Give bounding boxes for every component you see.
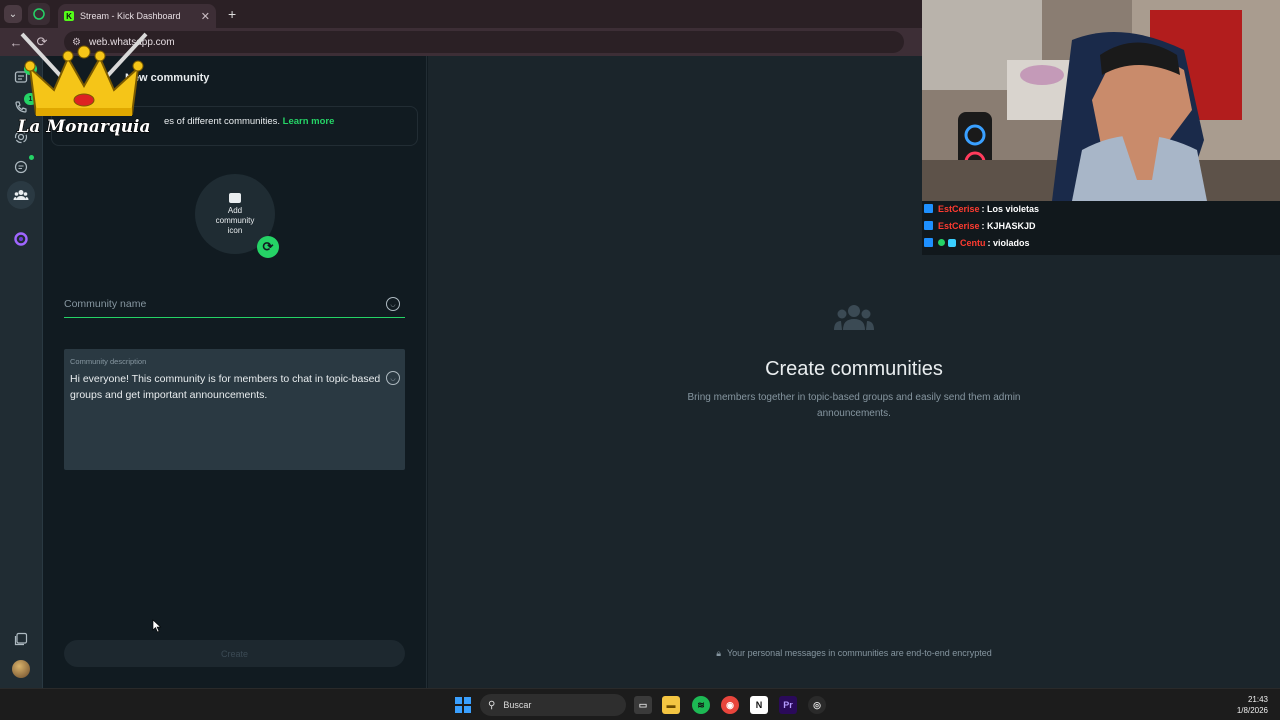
taskbar-search[interactable]: ⚲ Buscar	[480, 694, 626, 716]
taskbar-search-label: Buscar	[503, 700, 532, 710]
chat-username: EstCerise	[938, 203, 980, 214]
channels-icon[interactable]	[12, 158, 30, 176]
encryption-text: Your personal messages in communities ar…	[726, 648, 992, 658]
communities-icon[interactable]	[12, 186, 30, 204]
kick-favicon: K	[64, 11, 74, 21]
chat-message: violados	[993, 237, 1030, 248]
chat-line: EstCerise: Los violetas	[924, 201, 1039, 216]
task-view-icon[interactable]: ▭	[634, 696, 652, 714]
start-menu-windows-icon[interactable]	[455, 697, 471, 713]
gift-badge-icon	[948, 238, 956, 247]
webcam-overlay	[922, 0, 1280, 201]
clock-date: 1/8/2026	[1236, 706, 1268, 715]
media-gallery-icon[interactable]	[12, 630, 30, 648]
communities-illustration-icon	[834, 305, 874, 330]
search-icon: ⚲	[488, 699, 496, 711]
chrome-icon[interactable]: ◉	[721, 696, 739, 714]
encryption-notice: 🔒︎ Your personal messages in communities …	[428, 648, 1280, 659]
lock-icon: 🔒︎	[716, 648, 721, 658]
clock-time: 21:43	[1247, 695, 1268, 704]
image-placeholder-icon	[229, 192, 241, 203]
verified-badge-icon	[938, 239, 945, 246]
subscriber-badge-icon	[924, 238, 933, 247]
logo-text: La Monarquia	[16, 117, 150, 137]
chat-username: Centu	[960, 237, 986, 248]
info-text: es of different communities.	[164, 116, 280, 127]
tab-close-icon[interactable]: ✕	[201, 10, 210, 23]
channels-dot	[29, 155, 34, 160]
intro-subtitle: Bring members together in topic-based gr…	[687, 392, 1021, 419]
windows-taskbar: ⚲ Buscar ▭ ▬ ≋ ◉ N Pr ◎ 21:43 1/8/2026	[0, 688, 1280, 720]
chat-line: EstCerise: KJHASKJD	[924, 218, 1036, 233]
obs-icon[interactable]: ◎	[808, 696, 826, 714]
subscriber-badge-icon	[924, 221, 933, 230]
notion-icon[interactable]: N	[750, 696, 768, 714]
whatsapp-icon	[33, 8, 45, 20]
profile-avatar[interactable]	[12, 660, 30, 678]
mouse-cursor-icon	[152, 619, 162, 633]
file-explorer-icon[interactable]: ▬	[662, 696, 680, 714]
taskbar-clock[interactable]: 21:43 1/8/2026	[1237, 694, 1268, 716]
description-text[interactable]: Hi everyone! This community is for membe…	[70, 371, 382, 403]
screen: ⌄ K Stream - Kick Dashboard ✕ + ← ⟳ ⚙ we…	[0, 0, 1280, 720]
subscriber-badge-icon	[924, 204, 933, 213]
chat-message: KJHASKJD	[987, 220, 1036, 231]
create-button[interactable]: Create	[64, 640, 405, 667]
emoji-icon[interactable]: ◡	[386, 297, 400, 311]
new-tab-button[interactable]: +	[228, 6, 236, 22]
tab-title: Stream - Kick Dashboard	[80, 11, 181, 21]
chat-username: EstCerise	[938, 220, 980, 231]
chat-message: Los violetas	[987, 203, 1040, 214]
community-description-field[interactable]: Community description Hi everyone! This …	[64, 349, 405, 470]
intro-title: Create communities	[765, 358, 943, 380]
spotify-icon[interactable]: ≋	[692, 696, 710, 714]
stream-chat-overlay: EstCerise: Los violetas EstCerise: KJHAS…	[922, 201, 1280, 255]
community-name-input[interactable]	[64, 292, 364, 316]
chat-line: Centu: violados	[924, 235, 1030, 250]
browser-tab-bar: ⌄ K Stream - Kick Dashboard ✕ +	[0, 0, 922, 28]
address-bar[interactable]: ⚙ web.whatsapp.com	[64, 31, 904, 53]
premiere-pro-icon[interactable]: Pr	[779, 696, 797, 714]
description-emoji-icon[interactable]: ◡	[386, 371, 400, 385]
new-community-panel: New community es of different communitie…	[43, 56, 427, 688]
add-icon-label: Add community icon	[215, 205, 255, 235]
pinned-whatsapp-tab[interactable]	[28, 3, 50, 25]
app-sidebar-rail: 75 1	[0, 56, 43, 688]
browser-tab-kick-dashboard[interactable]: K Stream - Kick Dashboard ✕	[58, 4, 216, 28]
meta-ai-icon[interactable]	[12, 230, 30, 248]
learn-more-link[interactable]: Learn more	[283, 116, 335, 127]
webcam-image	[922, 0, 1280, 201]
tab-search-chevron-icon[interactable]: ⌄	[4, 5, 22, 23]
la-monarquia-logo: La Monarquia	[16, 32, 151, 138]
refresh-icon[interactable]: ⟳	[257, 236, 279, 258]
description-label: Community description	[70, 357, 147, 366]
community-name-field[interactable]: ◡	[64, 292, 405, 318]
